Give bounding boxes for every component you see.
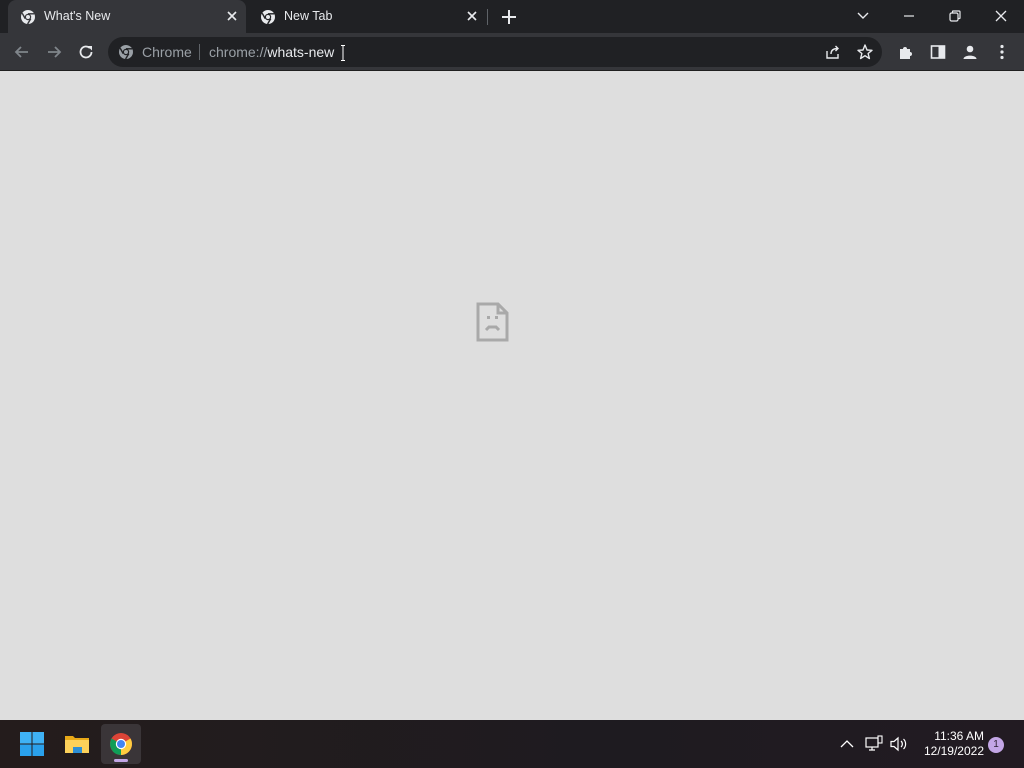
show-hidden-icons-button[interactable] [837,734,857,754]
tab-title: New Tab [284,9,333,23]
menu-kebab-button[interactable] [991,41,1013,63]
chrome-favicon-icon [260,9,276,25]
page-content [0,71,1024,720]
chrome-favicon-icon [20,9,36,25]
file-explorer-button[interactable] [57,724,97,764]
back-button[interactable] [11,41,33,63]
share-button[interactable] [822,41,844,63]
notification-badge[interactable]: 1 [988,737,1004,753]
new-tab-button[interactable] [499,7,519,27]
network-icon[interactable] [864,734,884,754]
tab-search-button[interactable] [840,0,886,33]
minimize-button[interactable] [886,0,932,33]
chrome-icon [118,44,134,60]
forward-button[interactable] [43,41,65,63]
address-bar[interactable]: Chrome chrome://whats-new [108,37,882,67]
omnibox-divider [199,44,200,60]
close-tab-icon[interactable] [464,8,480,24]
clock-time: 11:36 AM [934,729,984,743]
url-host: whats-new [267,44,335,60]
tab-strip: What's New New Tab [0,0,1024,33]
windows-taskbar: 11:36 AM 12/19/2022 [0,720,1024,768]
chrome-taskbar-button[interactable] [101,724,141,764]
browser-toolbar: Chrome chrome://whats-new [0,33,1024,71]
profile-button[interactable] [959,41,981,63]
side-panel-button[interactable] [927,41,949,63]
sad-tab-icon [476,302,509,342]
restore-button[interactable] [932,0,978,33]
running-indicator [114,759,128,762]
text-cursor-icon [341,45,345,61]
tab-divider [487,9,488,25]
reload-button[interactable] [75,41,97,63]
url-text[interactable]: chrome://whats-new [209,44,334,60]
close-tab-icon[interactable] [224,8,240,24]
tab-new-tab[interactable]: New Tab [248,0,486,33]
start-button[interactable] [12,724,52,764]
extensions-button[interactable] [895,41,917,63]
close-window-button[interactable] [978,0,1024,33]
volume-icon[interactable] [889,734,909,754]
tab-title: What's New [44,9,111,23]
site-chip-label[interactable]: Chrome [142,44,192,60]
system-clock[interactable]: 11:36 AM 12/19/2022 [916,729,984,759]
url-scheme: chrome:// [209,44,268,60]
bookmark-star-button[interactable] [854,41,876,63]
clock-date: 12/19/2022 [923,744,984,758]
tab-whats-new[interactable]: What's New [8,0,246,33]
